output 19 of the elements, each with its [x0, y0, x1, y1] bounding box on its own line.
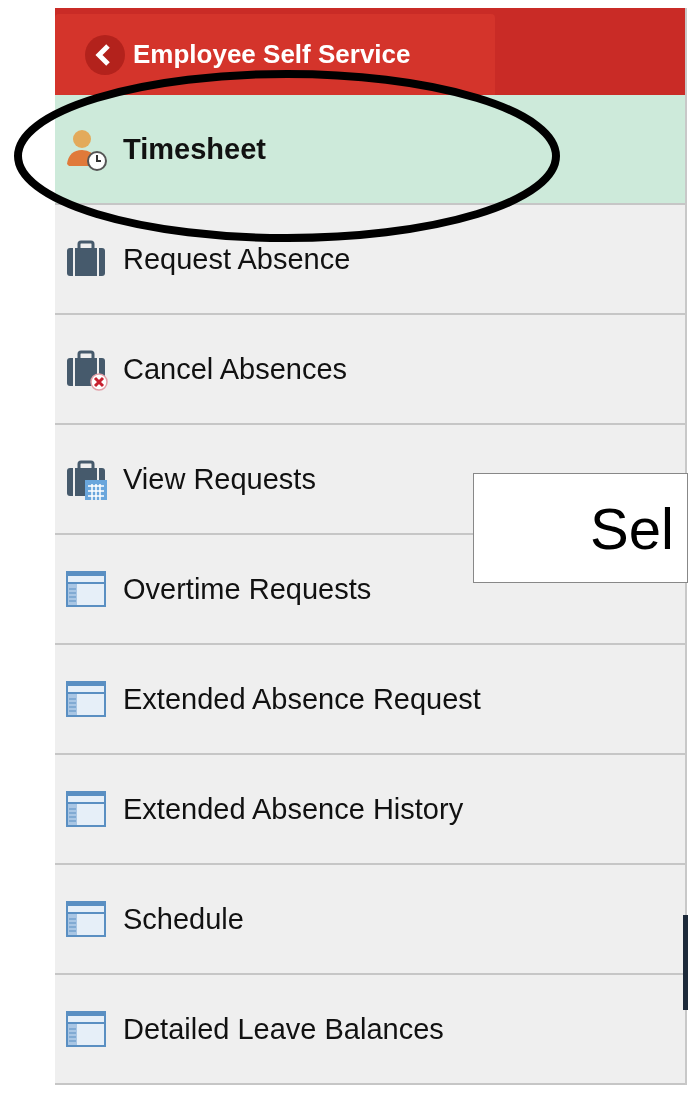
menu-item[interactable]: Cancel Absences	[55, 315, 685, 425]
back-icon	[85, 34, 125, 75]
menu-item[interactable]: Extended Absence History	[55, 755, 685, 865]
scrollbar[interactable]	[683, 915, 688, 1010]
menu-item[interactable]: Timesheet	[55, 95, 685, 205]
menu-item-label: Overtime Requests	[123, 572, 372, 606]
menu-item-label: Extended Absence History	[123, 792, 464, 826]
menu-item[interactable]: Request Absence	[55, 205, 685, 315]
menu-item-label: Schedule	[123, 902, 244, 936]
menu-item-label: Request Absence	[123, 242, 351, 276]
menu-item-label: Timesheet	[123, 132, 266, 166]
back-button[interactable]: Employee Self Service	[55, 14, 495, 95]
menu-item[interactable]: Detailed Leave Balances	[55, 975, 685, 1085]
menu-item-label: View Requests	[123, 462, 316, 496]
menu-item[interactable]: Schedule	[55, 865, 685, 975]
menu-item-label: Cancel Absences	[123, 352, 348, 386]
menu-item-label: Extended Absence Request	[123, 682, 481, 716]
menu-item[interactable]: Extended Absence Request	[55, 645, 685, 755]
menu-item-label: Detailed Leave Balances	[123, 1012, 444, 1046]
